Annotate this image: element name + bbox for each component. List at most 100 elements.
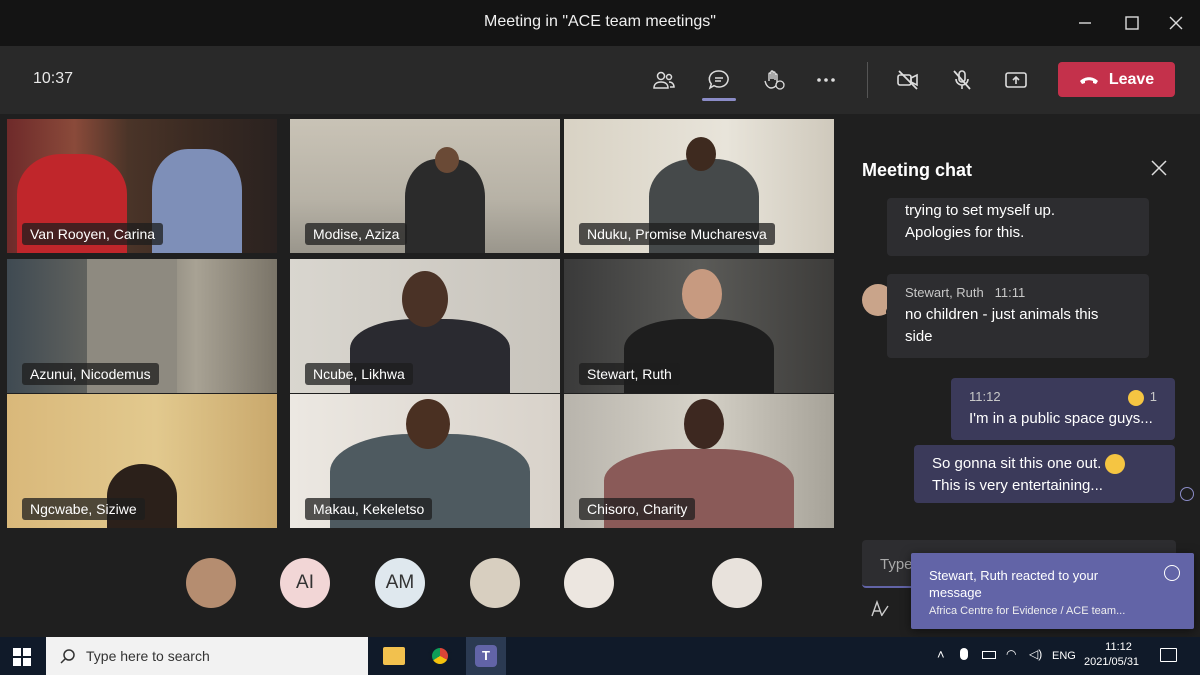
participant-name: Stewart, Ruth	[579, 363, 680, 385]
taskbar-time: 11:12	[1105, 641, 1132, 653]
video-tile[interactable]: Makau, Kekeletso	[290, 394, 560, 528]
message-text: Apologies for this.	[905, 224, 1025, 241]
share-tray-icon	[1005, 72, 1027, 88]
people-icon	[653, 71, 675, 89]
format-icon[interactable]	[870, 599, 890, 623]
message-time: 11:12	[969, 389, 1001, 404]
maximize-button[interactable]	[1110, 0, 1154, 46]
video-tile[interactable]: Van Rooyen, Carina	[7, 119, 277, 253]
participant-name: Chisoro, Charity	[579, 498, 696, 520]
windows-logo-icon	[13, 648, 31, 666]
wifi-icon[interactable]: ◠	[1006, 647, 1016, 661]
message-text: no children - just animals this	[905, 306, 1099, 323]
file-explorer-icon[interactable]	[383, 647, 405, 665]
raise-hand-icon	[764, 70, 785, 90]
avatar-initials: AI	[296, 572, 314, 593]
compose-placeholder: Type	[880, 556, 913, 573]
participant-avatar[interactable]	[186, 558, 236, 608]
active-tab-indicator	[702, 98, 736, 101]
participant-avatar[interactable]	[470, 558, 520, 608]
ellipsis-icon	[817, 78, 835, 82]
participant-avatar[interactable]	[564, 558, 614, 608]
message-author: Stewart, Ruth	[905, 285, 984, 300]
avatar-initials: AM	[385, 572, 415, 593]
chat-message: Stewart, Ruth 11:11 no children - just a…	[887, 274, 1149, 358]
window-title: Meeting in "ACE team meetings"	[484, 13, 716, 30]
participant-avatar[interactable]	[712, 558, 762, 608]
seen-icon	[1180, 487, 1194, 501]
participant-name: Nduku, Promise Mucharesva	[579, 223, 775, 245]
minimize-icon	[1079, 22, 1091, 24]
teams-icon[interactable]: T	[466, 637, 506, 675]
chat-message-own: 11:12 1 I'm in a public space guys...	[951, 378, 1175, 440]
meeting-timer: 10:37	[33, 70, 74, 87]
chevron-up-icon[interactable]: ˄	[937, 647, 945, 662]
notification-subtext: Africa Centre for Evidence / ACE team...	[929, 605, 1126, 617]
video-tile[interactable]: Stewart, Ruth	[564, 259, 834, 393]
reaction-notification[interactable]: Stewart, Ruth reacted to your message Af…	[911, 553, 1194, 629]
more-options-button[interactable]	[810, 64, 842, 96]
message-time: 11:11	[994, 285, 1026, 300]
volume-icon[interactable]: ◁)	[1029, 647, 1042, 661]
maximize-icon	[1125, 16, 1139, 30]
notifications-icon[interactable]	[1160, 648, 1177, 662]
taskbar-search-box[interactable]: Type here to search	[46, 637, 368, 675]
video-tile[interactable]: Azunui, Nicodemus	[7, 259, 277, 393]
search-icon	[60, 649, 75, 664]
chat-message-own: So gonna sit this one out. This is very …	[914, 445, 1175, 503]
participant-avatar[interactable]: AI	[280, 558, 330, 608]
video-tile[interactable]: Nduku, Promise Mucharesva	[564, 119, 834, 253]
smile-emoji-icon	[1127, 389, 1144, 406]
hang-up-icon	[1079, 76, 1098, 84]
close-chat-button[interactable]	[1148, 158, 1170, 180]
chat-message: trying to set myself up. Apologies for t…	[887, 198, 1149, 256]
taskbar-clock[interactable]: 11:12 2021/05/31	[1084, 641, 1139, 668]
title-bar: Meeting in "ACE team meetings"	[0, 0, 1200, 46]
video-tile[interactable]: Modise, Aziza	[290, 119, 560, 253]
participant-name: Van Rooyen, Carina	[22, 223, 164, 245]
battery-icon[interactable]	[982, 651, 996, 659]
reactions-button[interactable]	[758, 64, 790, 96]
participants-button[interactable]	[648, 64, 680, 96]
mic-off-icon	[953, 70, 971, 90]
microphone-tray-icon[interactable]	[960, 648, 968, 660]
meeting-toolbar: 10:37 Leave	[0, 46, 1200, 114]
video-tile[interactable]: Chisoro, Charity	[564, 394, 834, 528]
chrome-icon[interactable]	[429, 645, 451, 667]
minimize-button[interactable]	[1063, 0, 1107, 46]
windows-taskbar: Type here to search T ˄ ◠ ◁) ENG 11:12 2…	[0, 637, 1200, 675]
taskbar-date: 2021/05/31	[1084, 656, 1140, 668]
close-icon	[1169, 16, 1183, 30]
mic-toggle-button[interactable]	[946, 64, 978, 96]
close-window-button[interactable]	[1154, 0, 1198, 46]
participant-name: Makau, Kekeletso	[305, 498, 433, 520]
message-text: I'm in a public space guys...	[969, 410, 1153, 427]
chat-bubble-icon	[708, 70, 729, 90]
smile-emoji-icon	[1105, 454, 1126, 475]
notification-text: Stewart, Ruth reacted to your message	[929, 568, 1099, 600]
participant-name: Ncube, Likhwa	[305, 363, 413, 385]
participant-avatar[interactable]: AM	[375, 558, 425, 608]
leave-button[interactable]: Leave	[1058, 62, 1175, 97]
video-tile[interactable]: Ngcwabe, Siziwe	[7, 394, 277, 528]
video-tile[interactable]: Ncube, Likhwa	[290, 259, 560, 393]
participant-name: Azunui, Nicodemus	[22, 363, 159, 385]
participant-name: Modise, Aziza	[305, 223, 408, 245]
camera-toggle-button[interactable]	[892, 64, 924, 96]
chat-button[interactable]	[703, 64, 735, 96]
smile-emoji-icon	[1164, 565, 1180, 581]
language-indicator[interactable]: ENG	[1052, 650, 1076, 662]
message-text: side	[905, 328, 933, 345]
chat-title: Meeting chat	[862, 160, 973, 180]
video-gallery: Van Rooyen, Carina Modise, Aziza Nduku, …	[0, 114, 838, 636]
camera-off-icon	[897, 70, 918, 90]
start-button[interactable]	[13, 648, 31, 671]
message-text: This is very entertaining...	[932, 477, 1103, 494]
share-screen-button[interactable]	[1000, 64, 1032, 96]
participant-name: Ngcwabe, Siziwe	[22, 498, 145, 520]
message-text: trying to set myself up.	[905, 202, 1056, 219]
close-icon	[1151, 160, 1167, 176]
message-text: So gonna sit this one out.	[932, 455, 1102, 472]
reaction-badge[interactable]: 1	[1127, 386, 1157, 408]
reaction-count: 1	[1149, 389, 1157, 404]
